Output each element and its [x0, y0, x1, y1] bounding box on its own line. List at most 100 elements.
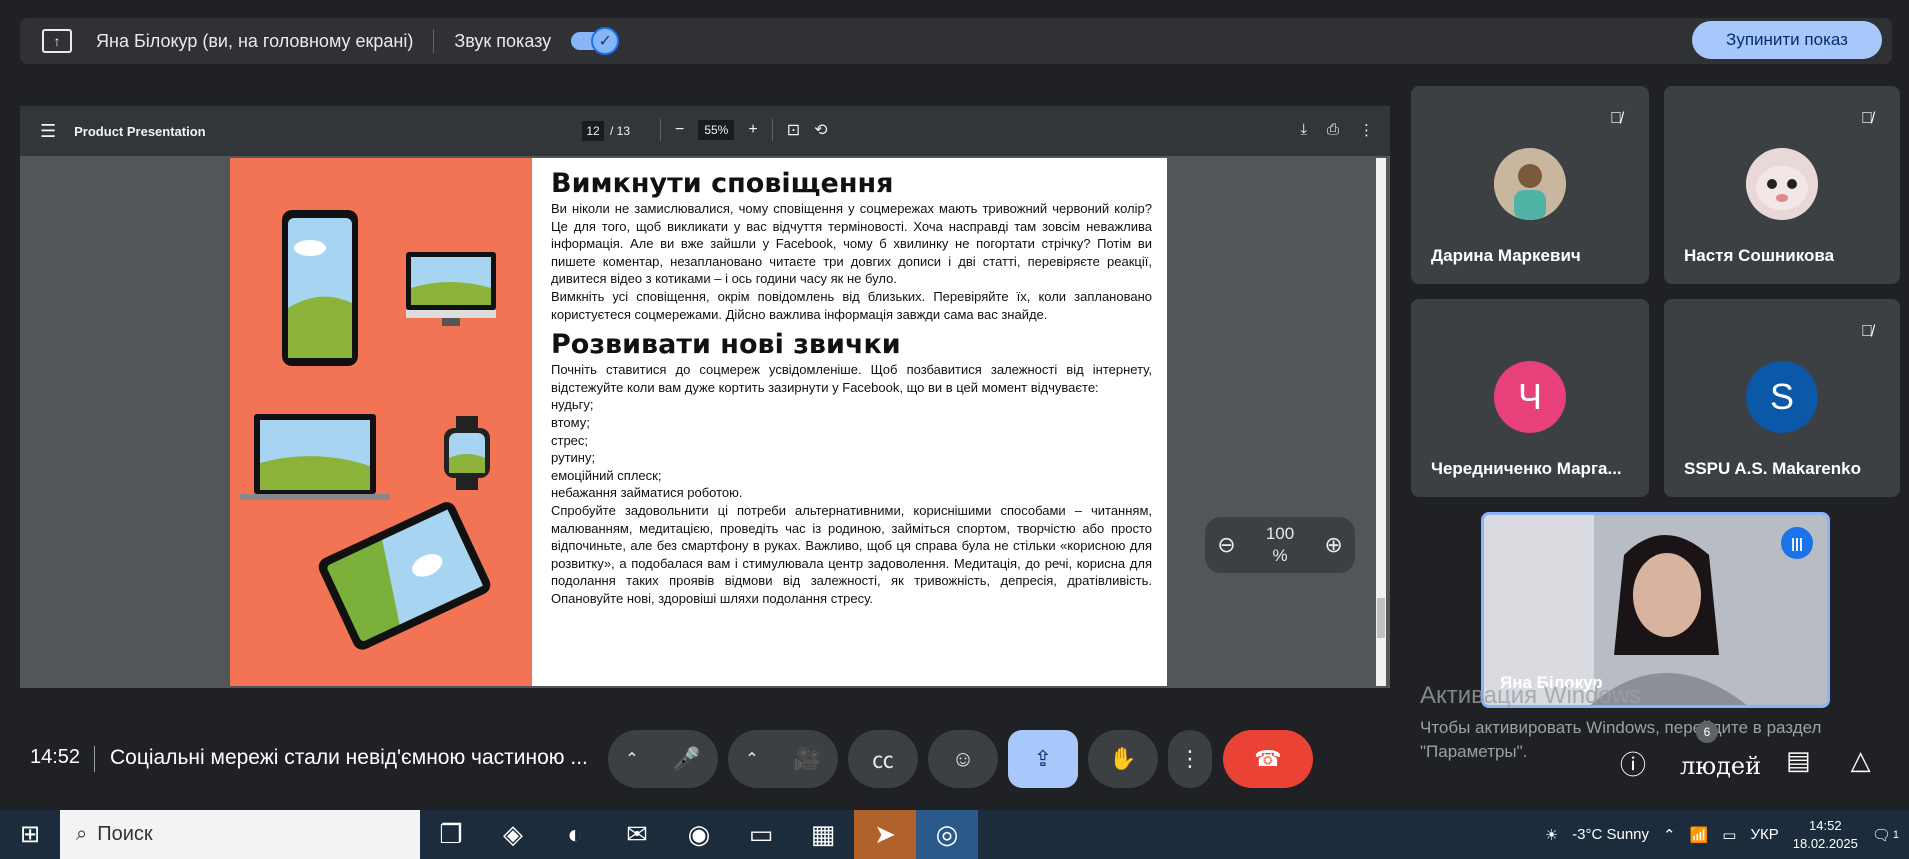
emoji-icon: ☺ [951, 746, 975, 771]
more-options-button[interactable]: ⋮ [1168, 730, 1212, 788]
present-button[interactable]: ⇪ [1008, 730, 1078, 788]
clock-date: 18.02.2025 [1792, 835, 1858, 851]
avatar: Ч [1494, 361, 1566, 433]
clock-time: 14:52 [1809, 817, 1842, 833]
divider [771, 119, 773, 141]
leave-call-button[interactable]: ☎ [1223, 730, 1313, 788]
raise-hand-button[interactable]: ✋ [1088, 730, 1158, 788]
camera-group: ⌃ 🎥 [728, 730, 838, 788]
pdf-scrollbar[interactable] [1376, 158, 1386, 686]
list-item: рутину; [551, 450, 596, 466]
participant-name: Чередниченко Марга... [1431, 459, 1622, 478]
zoom-out-icon[interactable]: − [675, 121, 684, 139]
list-item: емоційний сплеск; [551, 467, 662, 483]
present-screen-icon: ↑ [42, 29, 72, 53]
task-view-icon[interactable]: ❐ [420, 810, 482, 859]
paragraph-2: Вимкніть усі сповіщення, окрім повідомле… [551, 288, 1152, 322]
sound-toggle[interactable]: ✓ [571, 27, 620, 55]
camera-icon[interactable]: 🎥 [793, 746, 820, 772]
language-indicator[interactable]: УКР [1750, 826, 1778, 843]
taskbar-search[interactable]: ⌕ Поиск [60, 810, 420, 859]
mic-group: ⌃ 🎤 [608, 730, 718, 788]
speaking-indicator-icon: ||| [1781, 527, 1813, 559]
call-side-tools: ⓘ ▤ △ 🔒 [1620, 745, 1909, 782]
page-total: / 13 [610, 124, 631, 138]
more-vert-icon: ⋮ [1179, 746, 1201, 771]
zoom-value: 100 % [1265, 524, 1295, 565]
zoom-input[interactable]: 55% [698, 120, 735, 140]
menu-icon[interactable]: ☰ [40, 121, 56, 142]
mic-off-icon: 🎙̸ [1610, 110, 1622, 127]
cat-photo-icon [1746, 148, 1818, 220]
page-text: Вимкнути сповіщення Ви ніколи не замислю… [532, 158, 1167, 686]
zoom-in-icon[interactable]: ⊕ [1324, 532, 1342, 558]
chevron-up-icon[interactable]: ⌃ [745, 749, 758, 769]
pdf-toolbar: ☰ Product Presentation 12 / 13 − 55% + ⊡… [20, 106, 1390, 156]
zoom-out-icon[interactable]: ⊖ [1217, 532, 1235, 558]
participant-tile[interactable]: 🎙̸ Дарина Маркевич [1411, 86, 1649, 284]
battery-icon[interactable]: ▭ [1722, 826, 1736, 844]
zoom-controls: − 55% + ⊡ ⟲ [660, 119, 828, 141]
download-icon[interactable]: ⤓ [1300, 121, 1307, 139]
search-placeholder: Поиск [97, 823, 153, 845]
store-icon[interactable]: ▦ [792, 810, 854, 859]
pdf-actions: ⤓ ⎙ ⋮ [1300, 121, 1374, 139]
chevron-up-icon[interactable]: ⌃ [1663, 826, 1676, 844]
chrome-icon[interactable]: ◎ [916, 810, 978, 859]
avatar: S [1746, 361, 1818, 433]
edge-icon[interactable]: ◐ [544, 810, 606, 859]
stop-presenting-button[interactable]: Зупинити показ [1692, 21, 1882, 59]
people-label[interactable]: людей [1680, 752, 1761, 780]
participant-tile[interactable]: Ч Чередниченко Марга... [1411, 299, 1649, 497]
divider [94, 746, 95, 772]
windows-start-icon[interactable]: ⊞ [0, 810, 60, 859]
more-vert-icon[interactable]: ⋮ [1359, 121, 1374, 139]
paragraph-4: Спробуйте задовольнити ці потреби альтер… [551, 502, 1152, 606]
taskbar-clock[interactable]: 14:52 18.02.2025 [1793, 817, 1858, 853]
heading: Розвивати нові звички [551, 329, 901, 361]
info-icon[interactable]: ⓘ [1620, 745, 1646, 782]
chevron-up-icon[interactable]: ⌃ [625, 749, 638, 769]
paragraph-1: Ви ніколи не замислювалися, чому сповіще… [551, 201, 1152, 287]
hangup-icon: ☎ [1254, 746, 1282, 771]
avatar [1494, 148, 1566, 220]
emoji-button[interactable]: ☺ [928, 730, 998, 788]
participant-tile[interactable]: 🎙̸ S SSPU A.S. Makarenko [1664, 299, 1900, 497]
participant-tile[interactable]: 🎙̸ Настя Сошникова [1664, 86, 1900, 284]
weather-text[interactable]: -3°C Sunny [1572, 826, 1649, 843]
print-icon[interactable]: ⎙ [1327, 121, 1339, 139]
pdf-title: Product Presentation [74, 123, 206, 139]
activities-icon[interactable]: △ [1851, 745, 1871, 782]
notifications-icon[interactable]: 🗨 [1872, 826, 1891, 844]
copilot-icon[interactable]: ◈ [482, 810, 544, 859]
windows-taskbar: ⊞ ⌕ Поиск ❐ ◈ ◐ ✉ ◉ ▭ ▦ ➤ ◎ ☀ -3°C Sunny… [0, 810, 1909, 859]
network-icon[interactable]: 📶 [1690, 826, 1709, 844]
firefox-icon[interactable]: ◉ [668, 810, 730, 859]
sound-label: Звук показу [454, 30, 552, 51]
participant-name: SSPU A.S. Makarenko [1684, 459, 1861, 478]
captions-button[interactable]: ㏄ [848, 730, 918, 788]
zoom-in-icon[interactable]: + [748, 121, 757, 139]
file-explorer-icon[interactable]: ▭ [730, 810, 792, 859]
outlook-icon[interactable]: ✉ [606, 810, 668, 859]
self-video-tile[interactable]: ||| Яна Білокур [1481, 512, 1830, 708]
fit-page-icon[interactable]: ⊡ [787, 120, 800, 140]
floating-zoom-controls: ⊖ 100 % ⊕ [1205, 517, 1355, 573]
mic-off-icon: 🎙̸ [1861, 110, 1873, 127]
chat-icon[interactable]: ▤ [1786, 745, 1811, 782]
check-icon: ✓ [591, 27, 620, 55]
rotate-icon[interactable]: ⟲ [814, 120, 827, 140]
list-item: стрес; [551, 432, 589, 448]
divider [433, 29, 435, 53]
heading: Вимкнути сповіщення [551, 168, 894, 199]
scroll-thumb[interactable] [1377, 598, 1385, 638]
devices-illustration-icon [240, 210, 496, 650]
telegram-icon[interactable]: ➤ [854, 810, 916, 859]
people-count-badge: 6 [1696, 721, 1718, 743]
divider [660, 119, 661, 141]
page-number-input[interactable]: 12 [582, 121, 604, 141]
pdf-page: Вимкнути сповіщення Ви ніколи не замислю… [230, 158, 1167, 686]
present-screen-icon: ⇪ [1033, 746, 1053, 771]
mic-icon[interactable]: 🎤 [673, 746, 700, 772]
devices-illustration [230, 158, 532, 686]
